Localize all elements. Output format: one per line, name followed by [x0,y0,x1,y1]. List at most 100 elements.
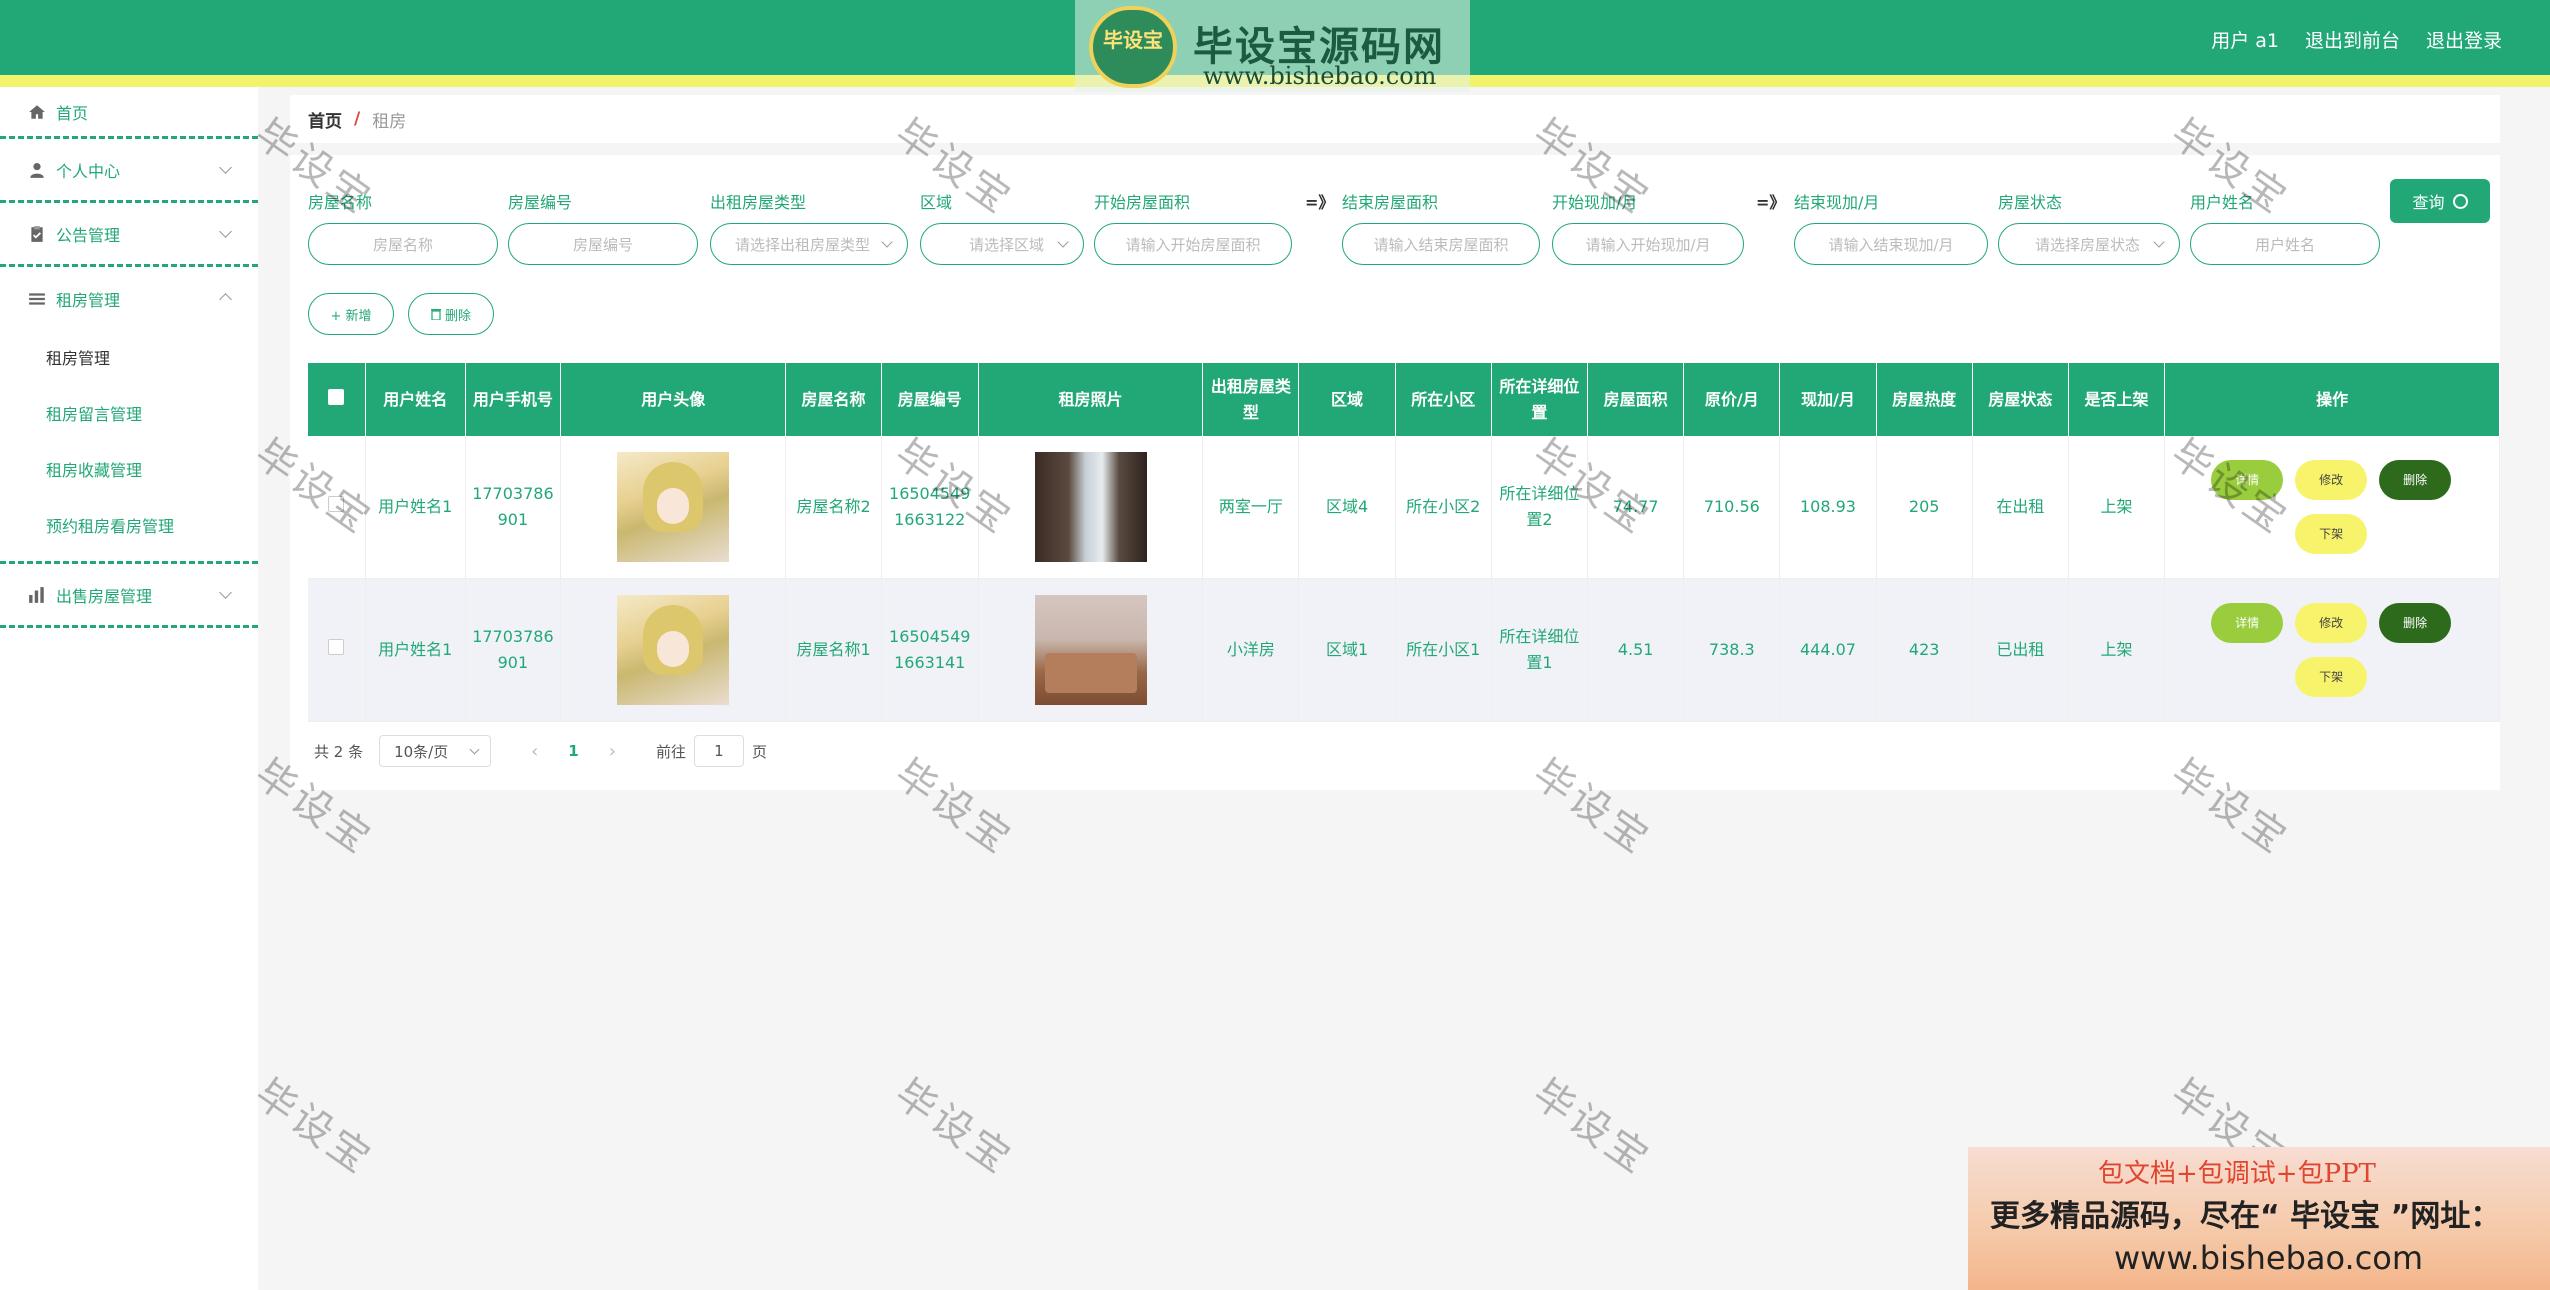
select-placeholder: 请选择区域 [969,235,1045,254]
take-down-button[interactable]: 下架 [2295,657,2368,697]
back-to-front-link[interactable]: 退出到前台 [2305,26,2400,53]
cell-house-name: 房屋名称1 [785,578,882,722]
sidebar-item-sale[interactable]: 出售房屋管理 [0,564,258,628]
search-house-code-input[interactable]: 房屋编号 [508,223,698,265]
logout-link[interactable]: 退出登录 [2426,26,2502,53]
col-rent-type: 出租房屋类型 [1202,363,1300,436]
ad-line-3: www.bishebao.com [2114,1239,2424,1277]
table-row: 用户姓名1 17703786901 房屋名称1 165045491663141 … [308,578,2500,722]
search-label-rent-type: 出租房屋类型 [710,193,807,212]
search-label-status: 房屋状态 [1998,193,2063,212]
col-user-phone: 用户手机号 [465,363,562,436]
cell-user-name: 用户姓名1 [365,578,466,722]
ad-line-1: 包文档+包调试+包PPT [2098,1159,2376,1189]
bar-chart-icon [29,586,44,603]
search-price-end-input[interactable]: 请输入结束现加/月 [1794,223,1988,265]
search-label-house-name: 房屋名称 [308,193,373,212]
sidebar-item-label: 租房管理 [56,291,121,310]
cell-area: 区域1 [1298,578,1396,722]
col-house-code: 房屋编号 [881,363,979,436]
chevron-down-icon [2153,236,2165,248]
select-all-checkbox[interactable] [308,363,366,436]
submenu-rental-manage[interactable]: 租房管理 [0,331,258,387]
col-house-name: 房屋名称 [785,363,882,436]
table-row: 用户姓名1 17703786901 房屋名称2 165045491663122 … [308,436,2500,579]
col-size: 房屋面积 [1587,363,1685,436]
sidebar-item-label: 公告管理 [56,225,121,245]
sidebar-item-notice[interactable]: 公告管理 [0,203,258,267]
trash-icon [430,309,441,320]
search-house-name-input[interactable]: 房屋名称 [308,223,498,265]
sidebar-item-rental[interactable]: 租房管理 [0,267,258,331]
top-links: 用户 a1 退出到前台 退出登录 [2211,26,2502,53]
current-user[interactable]: 用户 a1 [2211,26,2279,53]
ad-line-2: 更多精品源码，尽在“ 毕设宝 ”网址： [1990,1199,2501,1234]
detail-button[interactable]: 详情 [2211,603,2284,643]
take-down-button[interactable]: 下架 [2295,514,2368,554]
col-house-photo: 租房照片 [978,363,1204,436]
prev-page-icon[interactable]: ‹ [531,741,538,762]
range-arrow: =》 [1305,193,1335,212]
edit-button[interactable]: 修改 [2295,603,2368,643]
search-status-select[interactable]: 请选择房屋状态 [1998,223,2180,265]
search-price-start-input[interactable]: 请输入开始现加/月 [1552,223,1744,265]
search-size-end-input[interactable]: 请输入结束房屋面积 [1342,223,1540,265]
submenu-rental-message[interactable]: 租房留言管理 [0,387,258,443]
breadcrumb: 首页 / 租房 [290,95,2500,143]
search-user-name-input[interactable]: 用户姓名 [2190,223,2380,265]
chevron-down-icon [469,744,480,755]
cell-community: 所在小区1 [1395,578,1492,722]
row-checkbox[interactable] [308,436,366,579]
batch-delete-button[interactable]: 删除 [408,293,494,335]
row-checkbox[interactable] [308,578,366,722]
breadcrumb-current: 租房 [372,111,407,132]
sidebar-item-home[interactable]: 首页 [0,87,258,139]
breadcrumb-separator: / [354,109,361,129]
delete-button[interactable]: 删除 [2379,460,2452,500]
detail-button[interactable]: 详情 [2211,460,2284,500]
clipboard-icon [31,225,43,242]
rental-table: 用户姓名 用户手机号 用户头像 房屋名称 房屋编号 租房照片 出租房屋类型 区域… [308,363,2500,722]
chevron-down-icon [219,161,232,174]
submenu-rental-favorite[interactable]: 租房收藏管理 [0,443,258,499]
search-size-start-input[interactable]: 请输入开始房屋面积 [1094,223,1292,265]
ad-banner[interactable]: 包文档+包调试+包PPT 更多精品源码，尽在“ 毕设宝 ”网址： www.bis… [1968,1147,2550,1290]
cell-photo [978,436,1204,579]
col-shelf: 是否上架 [2068,363,2166,436]
sidebar-item-personal-center[interactable]: 个人中心 [0,139,258,203]
next-page-icon[interactable]: › [609,741,616,762]
cell-size: 74.77 [1587,436,1685,579]
page-number[interactable]: 1 [568,742,578,760]
watermark: 毕设宝 [1524,1070,1659,1184]
home-icon [29,104,45,119]
search-label-size-end: 结束房屋面积 [1342,193,1439,212]
delete-button[interactable]: 删除 [2379,603,2452,643]
user-avatar-image [617,595,730,705]
submenu-rental-appointment[interactable]: 预约租房看房管理 [0,499,258,555]
sidebar-item-label: 出售房屋管理 [56,586,153,606]
add-button[interactable]: + 新增 [308,293,394,335]
page-size-select[interactable]: 10条/页 [379,735,492,767]
range-arrow: =》 [1756,193,1786,212]
cell-heat: 205 [1876,436,1973,579]
col-address: 所在详细位置 [1491,363,1589,436]
search-label-area: 区域 [920,193,953,212]
goto-page-input[interactable]: 1 [693,735,744,767]
cell-address: 所在详细位置1 [1491,578,1589,722]
delete-label: 删除 [444,308,471,324]
col-status: 房屋状态 [1972,363,2069,436]
cell-photo [978,578,1204,722]
search-rent-type-select[interactable]: 请选择出租房屋类型 [710,223,908,265]
edit-button[interactable]: 修改 [2295,460,2368,500]
search-icon [2452,193,2468,209]
search-area-select[interactable]: 请选择区域 [920,223,1084,265]
breadcrumb-home[interactable]: 首页 [308,107,342,132]
cell-house-code: 165045491663122 [881,436,979,579]
goto-label: 前往 [655,742,686,761]
chevron-down-icon [881,236,893,248]
cell-community: 所在小区2 [1395,436,1492,579]
search-label-price-start: 开始现加/月 [1552,193,1638,212]
page-size-value: 10条/页 [394,742,449,761]
query-button[interactable]: 查询 [2390,179,2490,223]
cell-now-price: 108.93 [1779,436,1877,579]
